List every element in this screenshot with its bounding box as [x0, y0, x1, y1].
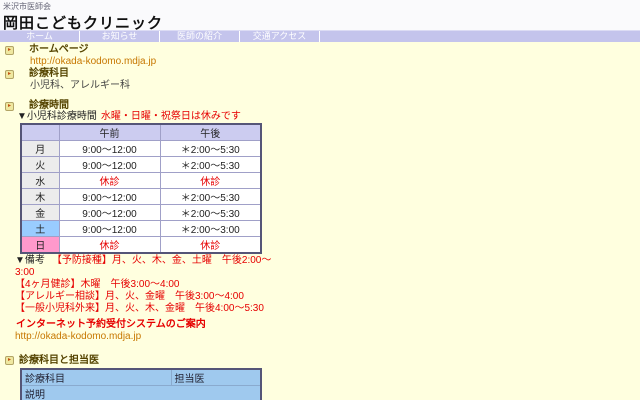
content-area: ▸ ホームページ http://okada-kodomo.mdja.jp ▸ 診… [0, 42, 640, 400]
association-name: 米沢市医師会 [3, 2, 640, 11]
nav-tab[interactable]: お知らせ [80, 31, 160, 42]
section-bullet-icon: ▸ [5, 102, 14, 111]
nav-tab[interactable]: ホーム [0, 31, 80, 42]
schedule-row: 火 9:00～12:00 ＊2:00～5:30 [21, 157, 261, 173]
section-bullet-icon: ▸ [5, 356, 14, 365]
main-nav: ホーム お知らせ 医師の紹介 交通アクセス [0, 30, 640, 42]
schedule-row: 土 9:00～12:00 ＊2:00～3:00 [21, 221, 261, 237]
day-cell: 日 [21, 237, 59, 254]
doctors-col-header-department: 診療科目 [21, 369, 171, 386]
schedule-row: 月 9:00～12:00 ＊2:00～5:30 [21, 141, 261, 157]
section-heading-homepage: ▸ ホームページ [0, 44, 640, 56]
am-time-cell: 9:00～12:00 [59, 221, 160, 237]
am-time-cell: 9:00～12:00 [59, 205, 160, 221]
hours-subtitle: ▼小児科診療時間水曜・日曜・祝祭日は休みです [17, 112, 640, 122]
nav-tab[interactable]: 交通アクセス [240, 31, 320, 42]
reservation-url-line: http://okada-kodomo.mdja.jp [15, 331, 640, 343]
schedule-row: 日 休診 休診 [21, 237, 261, 254]
doctors-subheader-row: 説明 [21, 386, 261, 400]
pm-time-cell: ＊2:00～5:30 [160, 141, 261, 157]
remark-text: 【アレルギー相談】月、火、金曜 午後3:00～4:00 [15, 291, 244, 302]
remark-line: 3:00 [15, 267, 640, 279]
schedule-corner-cell [21, 124, 59, 141]
homepage-url-link[interactable]: http://okada-kodomo.mdja.jp [30, 56, 156, 67]
hours-subtitle-prefix: ▼小児科診療時間 [17, 111, 97, 122]
day-cell: 土 [21, 221, 59, 237]
day-cell: 火 [21, 157, 59, 173]
pm-time-cell: ＊2:00～3:00 [160, 221, 261, 237]
pm-time-cell: ＊2:00～5:30 [160, 205, 261, 221]
day-cell: 月 [21, 141, 59, 157]
section-bullet-icon: ▸ [5, 46, 14, 55]
am-time-cell: 9:00～12:00 [59, 141, 160, 157]
schedule-col-header-pm: 午後 [160, 124, 261, 141]
doctors-subheader-cell: 説明 [21, 386, 261, 400]
schedule-col-header-am: 午前 [59, 124, 160, 141]
day-cell: 水 [21, 173, 59, 189]
remark-line: 【一般小児科外来】月、火、木、金曜 午後4:00～5:30 [15, 303, 640, 315]
am-time-cell: 9:00～12:00 [59, 189, 160, 205]
schedule-table: 午前 午後 月 9:00～12:00 ＊2:00～5:30 火 9:00～12:… [20, 123, 262, 254]
homepage-url-line: http://okada-kodomo.mdja.jp [30, 56, 640, 68]
am-time-cell: 休診 [59, 173, 160, 189]
remark-prefix: ▼備考 [15, 255, 45, 266]
pm-time-cell: 休診 [160, 173, 261, 189]
nav-tab[interactable]: 医師の紹介 [160, 31, 240, 42]
am-time-cell: 9:00～12:00 [59, 157, 160, 173]
schedule-row: 金 9:00～12:00 ＊2:00～5:30 [21, 205, 261, 221]
remark-text: 3:00 [15, 267, 34, 278]
section-bullet-icon: ▸ [5, 70, 14, 79]
doctors-col-header-doctor: 担当医 [171, 369, 261, 386]
hours-remarks: ▼備考【予防接種】月、火、木、金、土曜 午後2:00～ 3:00 【4ヶ月健診】… [15, 255, 640, 315]
day-cell: 木 [21, 189, 59, 205]
site-header: 米沢市医師会 岡田こどもクリニック [0, 0, 640, 30]
schedule-header-row: 午前 午後 [21, 124, 261, 141]
reservation-url-link[interactable]: http://okada-kodomo.mdja.jp [15, 331, 141, 342]
doctors-heading-text: 診療科目と担当医 [19, 355, 99, 367]
section-heading-doctors: ▸ 診療科目と担当医 [0, 354, 640, 367]
remark-text: 【4ヶ月健診】木曜 午後3:00～4:00 [15, 279, 180, 290]
pm-time-cell: ＊2:00～5:30 [160, 189, 261, 205]
departments-heading: 診療科目 [29, 68, 69, 80]
doctors-header-row: 診療科目 担当医 [21, 369, 261, 386]
homepage-heading: ホームページ [29, 44, 89, 56]
remark-text: 【一般小児科外来】月、火、木、金曜 午後4:00～5:30 [15, 303, 264, 314]
schedule-row: 木 9:00～12:00 ＊2:00～5:30 [21, 189, 261, 205]
day-cell: 金 [21, 205, 59, 221]
reservation-heading: インターネット予約受付システムのご案内 [16, 319, 640, 331]
page: 米沢市医師会 岡田こどもクリニック ホーム お知らせ 医師の紹介 交通アクセス … [0, 0, 640, 400]
am-time-cell: 休診 [59, 237, 160, 254]
hours-subtitle-note: 水曜・日曜・祝祭日は休みです [101, 111, 241, 122]
pm-time-cell: ＊2:00～5:30 [160, 157, 261, 173]
remark-line: 【4ヶ月健診】木曜 午後3:00～4:00 [15, 279, 640, 291]
section-heading-departments: ▸ 診療科目 [0, 68, 640, 80]
pm-time-cell: 休診 [160, 237, 261, 254]
remark-line: ▼備考【予防接種】月、火、木、金、土曜 午後2:00～ [15, 255, 640, 267]
remark-line: 【アレルギー相談】月、火、金曜 午後3:00～4:00 [15, 291, 640, 303]
departments-body: 小児科、アレルギー科 [30, 80, 640, 92]
schedule-row: 水 休診 休診 [21, 173, 261, 189]
remark-text: 【予防接種】月、火、木、金、土曜 午後2:00～ [52, 255, 271, 266]
doctors-table: 診療科目 担当医 説明 小児科 岡田 昌彦 [20, 368, 262, 400]
